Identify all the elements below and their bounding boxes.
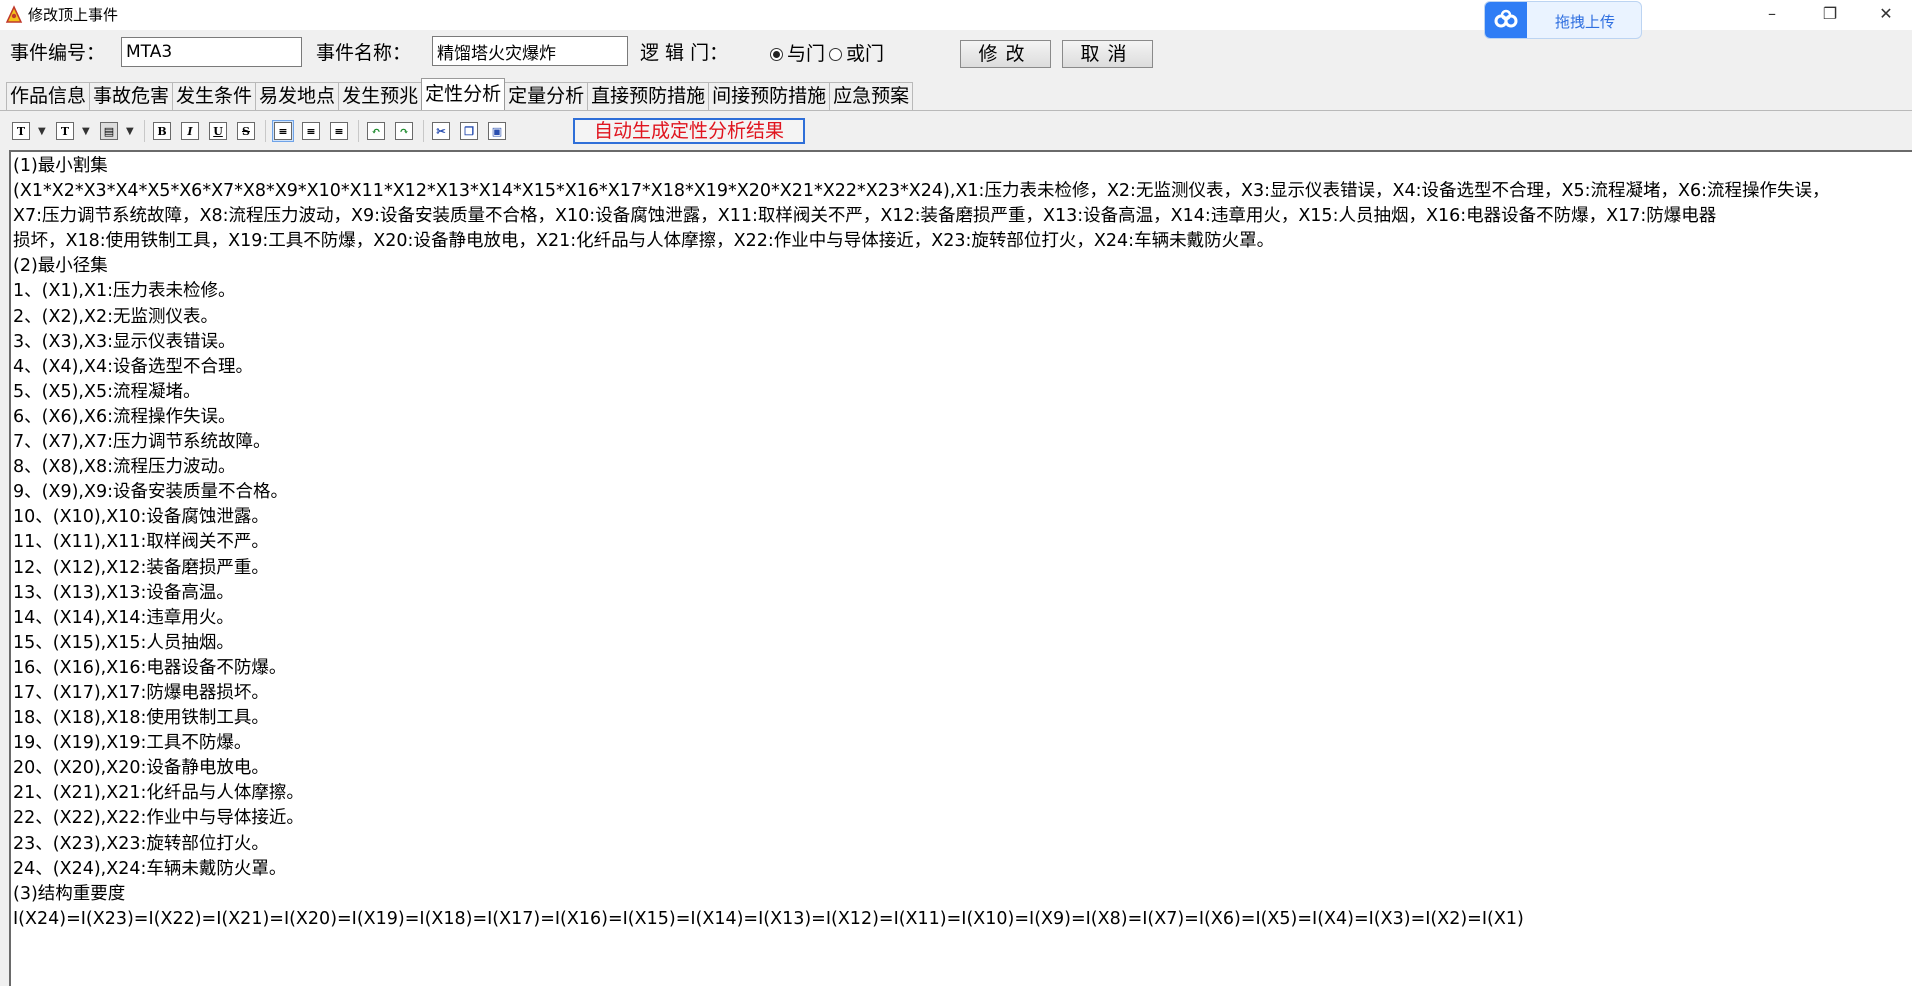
content-line: 15、(X15),X15:人员抽烟。: [13, 632, 234, 653]
tab-strip: 作品信息 事故危害 发生条件 易发地点 发生预兆 定性分析 定量分析 直接预防措…: [6, 78, 914, 112]
content-line: 7、(X7),X7:压力调节系统故障。: [13, 432, 271, 453]
close-button[interactable]: ✕: [1862, 0, 1910, 30]
logic-gate-label: 逻 辑 门：: [640, 42, 729, 64]
content-line: (3)结构重要度: [13, 883, 126, 904]
maximize-button[interactable]: ❐: [1806, 0, 1854, 30]
content-line: 24、(X24),X24:车辆未戴防火罩。: [13, 858, 287, 879]
tab-direct-prevention[interactable]: 直接预防措施: [587, 82, 710, 110]
content-line: 2、(X2),X2:无监测仪表。: [13, 306, 218, 327]
content-line: 18、(X18),X18:使用铁制工具。: [13, 708, 269, 729]
cut-icon[interactable]: ✂: [430, 120, 452, 142]
drag-upload-button[interactable]: 拖拽上传: [1484, 1, 1642, 39]
content-line: 3、(X3),X3:显示仪表错误。: [13, 331, 236, 352]
chevron-down-icon[interactable]: ▼: [82, 126, 92, 137]
upload-label: 拖拽上传: [1555, 13, 1616, 31]
toolbar-separator: [423, 120, 424, 142]
tab-conditions[interactable]: 发生条件: [172, 82, 257, 110]
and-gate-label: 与门: [787, 43, 826, 65]
content-line: 4、(X4),X4:设备选型不合理。: [13, 356, 253, 377]
content-line: 8、(X8),X8:流程压力波动。: [13, 457, 236, 478]
content-line: 损坏，X18:使用铁制工具，X19:工具不防爆，X20:设备静电放电，X21:化…: [13, 231, 1275, 252]
logic-gate-radio-group: 与门 或门: [770, 42, 884, 66]
italic-icon[interactable]: I: [179, 120, 201, 142]
toolbar-separator: [265, 120, 266, 142]
cancel-button[interactable]: 取消: [1062, 40, 1153, 68]
format-toolbar: T ▼ T ▼ ▤ ▼ B I U S ≡ ≡ ≡ ↶ ↷ ✂ ❐ ▣: [10, 118, 514, 144]
text-color-icon[interactable]: ▤: [98, 120, 120, 142]
font-size-icon[interactable]: T: [54, 120, 76, 142]
align-left-icon[interactable]: ≡: [272, 120, 294, 142]
redo-icon[interactable]: ↷: [393, 120, 415, 142]
copy-icon[interactable]: ❐: [458, 120, 480, 142]
tab-quantitative-analysis[interactable]: 定量分析: [504, 82, 589, 110]
content-line: 13、(X13),X13:设备高温。: [13, 582, 234, 603]
toolbar-separator: [358, 120, 359, 142]
content-line: 12、(X12),X12:装备磨损严重。: [13, 557, 269, 578]
or-gate-radio[interactable]: [829, 47, 843, 61]
content-line: (1)最小割集: [13, 156, 108, 176]
app-icon: [5, 5, 23, 23]
window-title: 修改顶上事件: [28, 6, 119, 24]
content-line: 22、(X22),X22:作业中与导体接近。: [13, 808, 304, 829]
strikethrough-icon[interactable]: S: [235, 120, 257, 142]
auto-generate-qualitative-button[interactable]: 自动生成定性分析结果: [573, 118, 805, 144]
chevron-down-icon[interactable]: ▼: [38, 126, 48, 137]
or-gate-label: 或门: [846, 43, 885, 65]
underline-icon[interactable]: U: [207, 120, 229, 142]
tab-warning-signs[interactable]: 发生预兆: [338, 82, 423, 110]
minimize-button[interactable]: –: [1748, 0, 1796, 30]
event-id-label: 事件编号：: [10, 42, 106, 64]
content-line: 14、(X14),X14:违章用火。: [13, 607, 234, 628]
content-line: 11、(X11),X11:取样阀关不严。: [13, 532, 269, 553]
tab-accident-hazard[interactable]: 事故危害: [89, 82, 174, 110]
align-center-icon[interactable]: ≡: [300, 120, 322, 142]
tab-emergency-plan[interactable]: 应急预案: [829, 82, 914, 110]
align-right-icon[interactable]: ≡: [328, 120, 350, 142]
tab-locations[interactable]: 易发地点: [255, 82, 340, 110]
analysis-content: (1)最小割集 (X1*X2*X3*X4*X5*X6*X7*X8*X9*X10*X…: [13, 154, 1906, 932]
content-line: 10、(X10),X10:设备腐蚀泄露。: [13, 507, 269, 528]
content-line: 17、(X17),X17:防爆电器损坏。: [13, 682, 269, 703]
content-line: X7:压力调节系统故障，X8:流程压力波动，X9:设备安装质量不合格，X10:设…: [13, 206, 1717, 227]
content-line: (2)最小径集: [13, 256, 108, 277]
analysis-text-editor[interactable]: (1)最小割集 (X1*X2*X3*X4*X5*X6*X7*X8*X9*X10*X…: [9, 150, 1912, 986]
font-icon[interactable]: T: [10, 120, 32, 142]
content-line: 5、(X5),X5:流程凝堵。: [13, 381, 201, 402]
content-line: 21、(X21),X21:化纤品与人体摩擦。: [13, 783, 304, 804]
content-line: 20、(X20),X20:设备静电放电。: [13, 758, 269, 779]
event-id-input[interactable]: [121, 37, 302, 67]
content-line: (X1*X2*X3*X4*X5*X6*X7*X8*X9*X10*X11*X12*…: [13, 181, 1830, 202]
content-line: 6、(X6),X6:流程操作失误。: [13, 406, 236, 427]
paste-icon[interactable]: ▣: [486, 120, 508, 142]
tab-qualitative-analysis[interactable]: 定性分析: [421, 78, 506, 110]
cloud-upload-icon: [1485, 2, 1527, 38]
modify-button[interactable]: 修改: [960, 40, 1051, 68]
bold-icon[interactable]: B: [151, 120, 173, 142]
content-line: 9、(X9),X9:设备安装质量不合格。: [13, 482, 288, 503]
toolbar-separator: [144, 120, 145, 142]
content-line: 23、(X23),X23:旋转部位打火。: [13, 833, 269, 854]
and-gate-radio[interactable]: [770, 47, 783, 61]
title-bar: 修改顶上事件 拖拽上传 – ❐ ✕: [0, 0, 1912, 39]
undo-icon[interactable]: ↶: [365, 120, 387, 142]
event-name-label: 事件名称：: [316, 42, 412, 64]
content-line: 1、(X1),X1:压力表未检修。: [13, 281, 236, 302]
content-line: I(X24)=I(X23)=I(X22)=I(X21)=I(X20)=I(X19…: [13, 908, 1524, 929]
chevron-down-icon[interactable]: ▼: [126, 126, 136, 137]
tab-work-info[interactable]: 作品信息: [6, 82, 91, 110]
content-line: 19、(X19),X19:工具不防爆。: [13, 733, 252, 754]
content-line: 16、(X16),X16:电器设备不防爆。: [13, 657, 287, 678]
event-name-input[interactable]: [432, 36, 628, 66]
tab-indirect-prevention[interactable]: 间接预防措施: [708, 82, 831, 110]
